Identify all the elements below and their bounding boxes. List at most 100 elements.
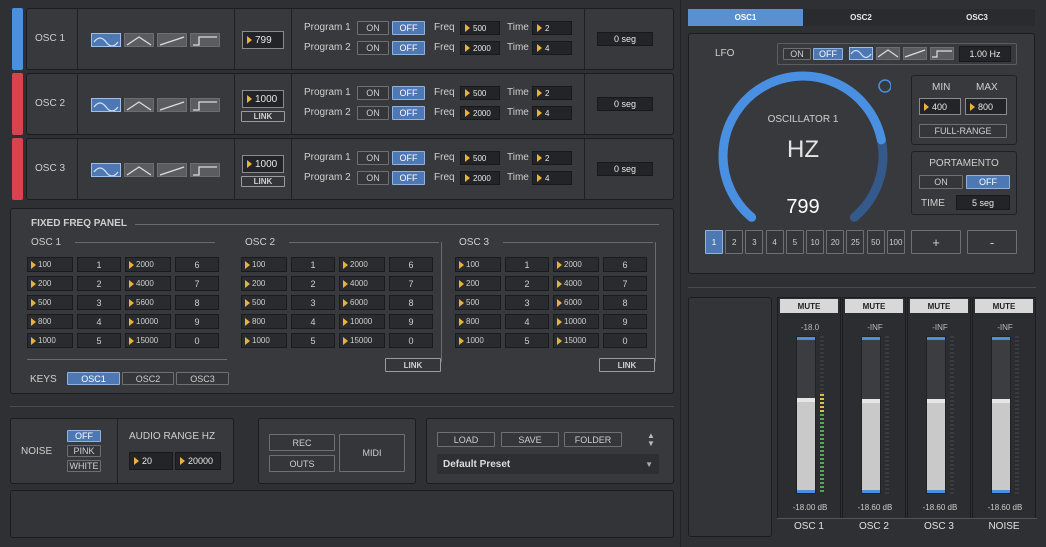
fader-handle[interactable] [927,399,945,403]
keys-osc2-button[interactable]: OSC2 [122,372,174,385]
osc-link-button[interactable]: LINK [241,111,285,122]
fixed-freq-button[interactable]: 100 [241,257,287,272]
square-wave-button[interactable] [190,33,220,47]
program-off-button[interactable]: OFF [392,106,425,120]
plus-button[interactable]: + [911,230,961,254]
program-on-button[interactable]: ON [357,41,389,55]
mute-button[interactable]: MUTE [975,299,1033,313]
fixed-freq-button[interactable]: 200 [241,276,287,291]
program-on-button[interactable]: ON [357,86,389,100]
triangle-wave-button[interactable] [124,163,154,177]
fixed-key-button[interactable]: 1 [291,257,335,272]
program-freq-field[interactable]: 500 [460,151,500,165]
portamento-off-button[interactable]: OFF [966,175,1010,189]
fixed-key-button[interactable]: 3 [291,295,335,310]
program-freq-field[interactable]: 500 [460,86,500,100]
fixed-freq-button[interactable]: 1000 [27,333,73,348]
audio-range-min-field[interactable]: 20 [129,452,173,470]
saw-wave-button[interactable] [157,33,187,47]
fixed-key-button[interactable]: 8 [603,295,647,310]
fixed-freq-button[interactable]: 2000 [339,257,385,272]
preset-select[interactable]: Default Preset ▼ [437,454,659,474]
save-button[interactable]: SAVE [501,432,559,447]
sine-wave-button[interactable] [91,163,121,177]
lfo-off-button[interactable]: OFF [813,48,843,60]
fixed-freq-button[interactable]: 500 [455,295,501,310]
program-freq-field[interactable]: 2000 [460,171,500,185]
fixed-freq-button[interactable]: 4000 [553,276,599,291]
fixed-freq-button[interactable]: 800 [241,314,287,329]
mute-button[interactable]: MUTE [845,299,903,313]
folder-button[interactable]: FOLDER [564,432,622,447]
fixed-freq-button[interactable]: 100 [455,257,501,272]
fader-handle[interactable] [862,399,880,403]
fixed-freq-button[interactable]: 800 [27,314,73,329]
outs-button[interactable]: OUTS [269,455,335,472]
portamento-on-button[interactable]: ON [919,175,963,189]
fixed-key-button[interactable]: 9 [175,314,219,329]
fixed-freq-button[interactable]: 200 [455,276,501,291]
fixed-key-button[interactable]: 6 [389,257,433,272]
sine-wave-button[interactable] [91,98,121,112]
fixed-key-button[interactable]: 8 [175,295,219,310]
program-time-field[interactable]: 4 [532,171,572,185]
step-button[interactable]: 4 [765,230,784,254]
fixed-freq-button[interactable]: 500 [241,295,287,310]
fixed-key-button[interactable]: 1 [77,257,121,272]
lfo-sine-wave-button[interactable] [849,47,873,60]
fader-track[interactable] [861,336,881,494]
fixed-link-button[interactable]: LINK [599,358,655,372]
fixed-freq-button[interactable]: 10000 [125,314,171,329]
step-button[interactable]: 1 [705,230,723,254]
program-on-button[interactable]: ON [357,21,389,35]
fixed-freq-button[interactable]: 6000 [553,295,599,310]
fixed-link-button[interactable]: LINK [385,358,441,372]
square-wave-button[interactable] [190,98,220,112]
osc-link-button[interactable]: LINK [241,176,285,187]
fixed-key-button[interactable]: 9 [603,314,647,329]
fixed-key-button[interactable]: 3 [505,295,549,310]
program-off-button[interactable]: OFF [392,21,425,35]
osc-frequency-field[interactable]: 799 [242,31,284,49]
lfo-rate-field[interactable]: 1.00 Hz [959,46,1011,62]
rec-button[interactable]: REC [269,434,335,451]
fixed-key-button[interactable]: 9 [389,314,433,329]
program-freq-field[interactable]: 2000 [460,106,500,120]
square-wave-button[interactable] [190,163,220,177]
fixed-key-button[interactable]: 4 [291,314,335,329]
audio-range-max-field[interactable]: 20000 [175,452,221,470]
program-time-field[interactable]: 4 [532,41,572,55]
step-button[interactable]: 3 [745,230,764,254]
triangle-wave-button[interactable] [124,98,154,112]
fixed-freq-button[interactable]: 15000 [125,333,171,348]
program-off-button[interactable]: OFF [392,171,425,185]
lfo-saw-wave-button[interactable] [903,47,927,60]
fixed-key-button[interactable]: 0 [175,333,219,348]
osc-seg-field[interactable]: 0 seg [597,162,653,176]
fader-handle[interactable] [992,399,1010,403]
fixed-key-button[interactable]: 6 [603,257,647,272]
step-button[interactable]: 100 [886,230,905,254]
lfo-square-wave-button[interactable] [930,47,954,60]
fixed-key-button[interactable]: 5 [77,333,121,348]
fader-track[interactable] [991,336,1011,494]
osc-frequency-field[interactable]: 1000 [242,90,284,108]
program-freq-field[interactable]: 500 [460,21,500,35]
program-time-field[interactable]: 4 [532,106,572,120]
fixed-freq-button[interactable]: 4000 [339,276,385,291]
fixed-key-button[interactable]: 0 [603,333,647,348]
mute-button[interactable]: MUTE [780,299,838,313]
fixed-key-button[interactable]: 7 [603,276,647,291]
fixed-key-button[interactable]: 8 [389,295,433,310]
fixed-key-button[interactable]: 4 [505,314,549,329]
triangle-wave-button[interactable] [124,33,154,47]
sine-wave-button[interactable] [91,33,121,47]
noise-white-button[interactable]: WHITE [67,460,101,472]
keys-osc3-button[interactable]: OSC3 [176,372,229,385]
fixed-freq-button[interactable]: 500 [27,295,73,310]
program-off-button[interactable]: OFF [392,41,425,55]
tab-osc2[interactable]: OSC2 [803,9,919,26]
saw-wave-button[interactable] [157,98,187,112]
load-button[interactable]: LOAD [437,432,495,447]
fixed-key-button[interactable]: 0 [389,333,433,348]
